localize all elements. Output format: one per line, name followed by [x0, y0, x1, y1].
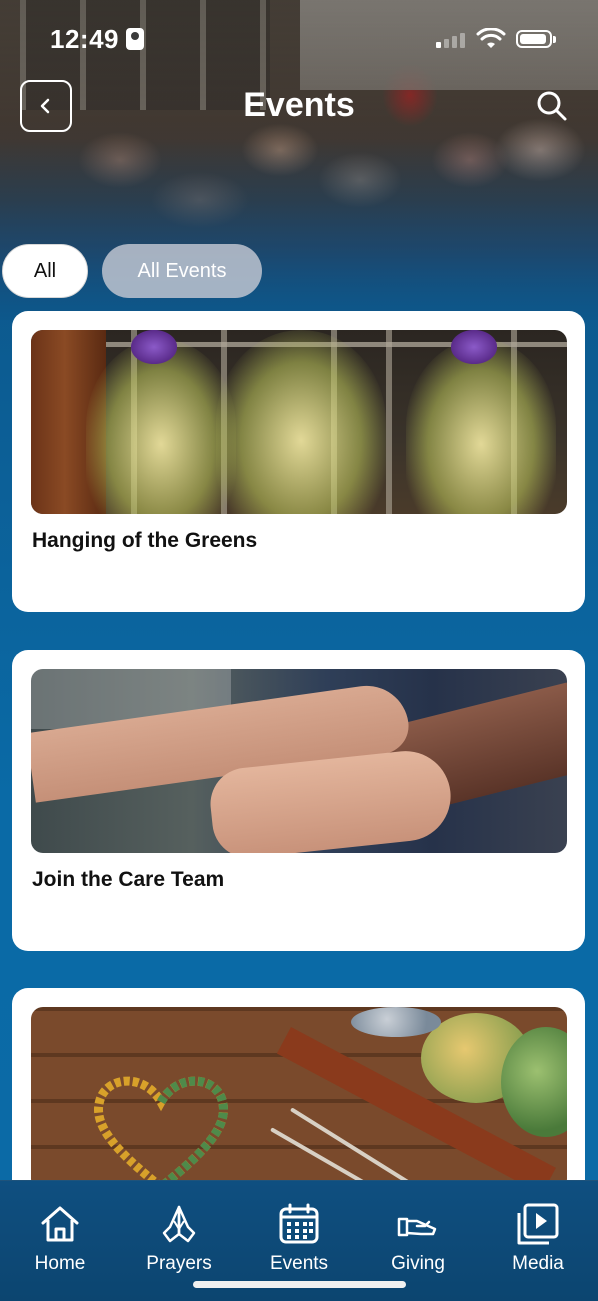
home-icon — [41, 1206, 79, 1242]
filter-chip-all-events[interactable]: All Events — [102, 244, 262, 298]
giving-hand-icon — [397, 1217, 437, 1237]
tab-label: Giving — [391, 1253, 445, 1274]
tab-label: Media — [512, 1253, 564, 1274]
tab-label: Prayers — [146, 1253, 212, 1274]
contact-card-icon — [126, 28, 144, 50]
wifi-icon — [476, 28, 506, 48]
tab-media[interactable]: Media — [488, 1201, 588, 1275]
status-bar: 12:49 — [0, 22, 598, 62]
media-play-icon — [517, 1203, 559, 1245]
tab-label: Home — [34, 1253, 86, 1274]
tab-home[interactable]: Home — [10, 1201, 110, 1275]
calendar-icon — [279, 1203, 319, 1244]
holding-hands-photo — [31, 669, 567, 853]
filter-chip-all[interactable]: All — [2, 244, 88, 298]
yarn-crochet-photo — [31, 1007, 567, 1191]
event-title: Join the Care Team — [32, 868, 225, 891]
battery-icon — [516, 30, 556, 48]
event-title: Hanging of the Greens — [32, 529, 258, 552]
search-icon[interactable] — [534, 88, 570, 124]
tab-giving[interactable]: Giving — [368, 1201, 468, 1275]
event-card[interactable]: Hanging of the Greens — [12, 311, 585, 612]
page-title: Events — [243, 86, 355, 124]
event-card[interactable]: Join the Care Team — [12, 650, 585, 951]
tab-events[interactable]: Events — [249, 1201, 349, 1275]
status-time: 12:49 — [50, 24, 119, 54]
christmas-trees-photo — [31, 330, 567, 514]
tab-label: Events — [269, 1253, 329, 1274]
home-indicator[interactable] — [193, 1281, 406, 1288]
praying-hands-icon — [162, 1205, 196, 1243]
tab-prayers[interactable]: Prayers — [129, 1201, 229, 1275]
